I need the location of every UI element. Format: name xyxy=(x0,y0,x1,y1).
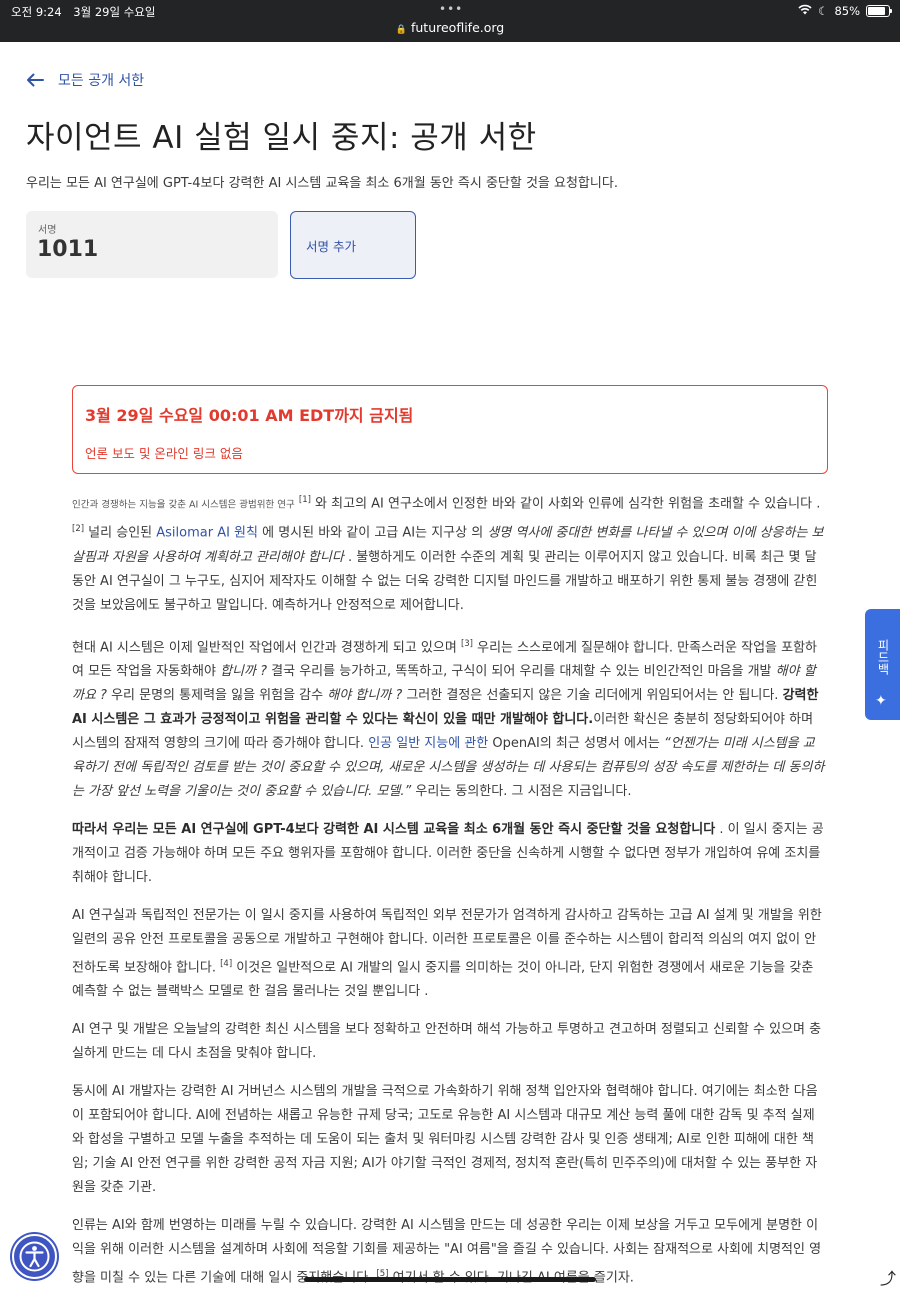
letter-paragraph-2: 현대 AI 시스템은 이제 일반적인 작업에서 인간과 경쟁하게 되고 있으며 … xyxy=(72,632,826,804)
page-lead: 우리는 모든 AI 연구실에 GPT-4보다 강력한 AI 시스템 교육을 최소… xyxy=(26,176,618,191)
letter-body: 인간과 경쟁하는 지능을 갖춘 AI 시스템은 광범위한 연구 [1] 와 최고… xyxy=(72,488,826,1305)
lock-icon: 🔒 xyxy=(395,25,407,35)
embargo-notice: 3월 29일 수요일 00:01 AM EDT까지 금지됨 언론 보도 및 온라… xyxy=(72,385,828,474)
address-bar[interactable]: 🔒 futureoflife.org xyxy=(0,20,900,35)
gesture-icon: ⤴ xyxy=(880,1269,897,1288)
letter-paragraph-1: 인간과 경쟁하는 지능을 갖춘 AI 시스템은 광범위한 연구 [1] 와 최고… xyxy=(72,488,826,618)
wifi-icon xyxy=(798,4,812,18)
embargo-title: 3월 29일 수요일 00:01 AM EDT까지 금지됨 xyxy=(85,406,414,425)
sparkle-icon: ✦ xyxy=(875,693,887,709)
footnote-ref[interactable]: [1] xyxy=(299,495,311,505)
signature-label: 서명 xyxy=(38,225,57,236)
battery-percent: 85% xyxy=(834,4,860,18)
url-text: futureoflife.org xyxy=(410,20,505,35)
add-signature-button[interactable]: 서명 추가 xyxy=(290,211,416,279)
footnote-ref[interactable]: [4] xyxy=(220,959,232,969)
letter-paragraph-5: AI 연구 및 개발은 오늘날의 강력한 최신 시스템을 보다 정확하고 안전하… xyxy=(72,1022,822,1062)
status-date: 3월 29일 수요일 xyxy=(73,5,156,19)
footnote-ref[interactable]: [3] xyxy=(461,639,473,649)
page-title: 자이언트 AI 실험 일시 중지: 공개 서한 xyxy=(26,120,537,156)
back-link[interactable]: 모든 공개 서한 xyxy=(26,70,144,90)
text-span: 해야 합니까 ? xyxy=(327,687,403,703)
embargo-subtitle: 언론 보도 및 온라인 링크 없음 xyxy=(85,446,243,461)
text-span: 와 최고의 AI 연구소에서 인정한 바와 같이 사회와 인류에 심각한 위험을… xyxy=(310,496,821,512)
accessibility-button[interactable] xyxy=(12,1234,57,1279)
feedback-tab[interactable]: 피드백 ✦ xyxy=(865,609,900,720)
text-span: 우리 문명의 통제력을 잃을 위험을 감수 xyxy=(106,687,328,703)
signature-count: 1011 xyxy=(37,237,99,262)
status-time: 오전 9:24 xyxy=(11,5,62,19)
text-span: 인간과 경쟁하는 지능을 갖춘 AI 시스템은 광범위한 연구 xyxy=(72,499,295,511)
more-dots-icon[interactable]: ••• xyxy=(439,2,463,16)
agi-link[interactable]: 인공 일반 지능에 관한 xyxy=(368,736,488,751)
footnote-ref[interactable]: [2] xyxy=(72,524,84,534)
text-span: 현대 AI 시스템은 이제 일반적인 작업에서 인간과 경쟁하게 되고 있으며 xyxy=(72,639,461,655)
signature-counter: 서명 1011 xyxy=(26,211,278,278)
arrow-left-icon xyxy=(26,73,44,87)
text-span: 결국 우리를 능가하고, 똑똑하고, 구식이 되어 우리를 대체할 수 있는 비… xyxy=(267,663,776,679)
text-span: 우리는 동의한다. 그 시점은 지금입니다. xyxy=(411,783,632,799)
moon-icon: ☾ xyxy=(818,4,829,18)
text-span: 그러한 결정은 선출되지 않은 기술 리더에게 위임되어서는 안 됩니다. xyxy=(402,687,783,703)
back-link-label: 모든 공개 서한 xyxy=(58,73,145,89)
status-bar: 오전 9:24 3월 29일 수요일 ••• 🔒 futureoflife.or… xyxy=(0,0,900,42)
text-span: 따라서 우리는 모든 AI 연구실에 GPT-4보다 강력한 AI 시스템 교육… xyxy=(72,821,716,837)
add-signature-label: 서명 추가 xyxy=(306,239,356,254)
letter-paragraph-6: 동시에 AI 개발자는 강력한 AI 거버넌스 시스템의 개발을 극적으로 가속… xyxy=(72,1084,818,1196)
asilomar-link[interactable]: Asilomar AI 원칙 xyxy=(156,526,258,541)
feedback-label: 피드백 xyxy=(876,639,890,675)
letter-paragraph-4: AI 연구실과 독립적인 전문가는 이 일시 중지를 사용하여 독립적인 외부 … xyxy=(72,904,826,1004)
text-span: 합니까 ? xyxy=(220,663,268,679)
battery-icon xyxy=(866,5,892,17)
text-span: 에 명시된 바와 같이 고급 AI는 지구상 의 xyxy=(257,525,488,541)
status-time-date: 오전 9:24 3월 29일 수요일 xyxy=(11,4,163,20)
letter-paragraph-3: 따라서 우리는 모든 AI 연구실에 GPT-4보다 강력한 AI 시스템 교육… xyxy=(72,818,826,890)
text-span: 널리 승인된 xyxy=(84,525,157,541)
home-indicator[interactable] xyxy=(304,1277,596,1282)
text-span: OpenAI의 최근 성명서 에서는 xyxy=(488,735,664,751)
status-right: ☾ 85% xyxy=(798,4,892,18)
accessibility-icon xyxy=(19,1241,50,1272)
